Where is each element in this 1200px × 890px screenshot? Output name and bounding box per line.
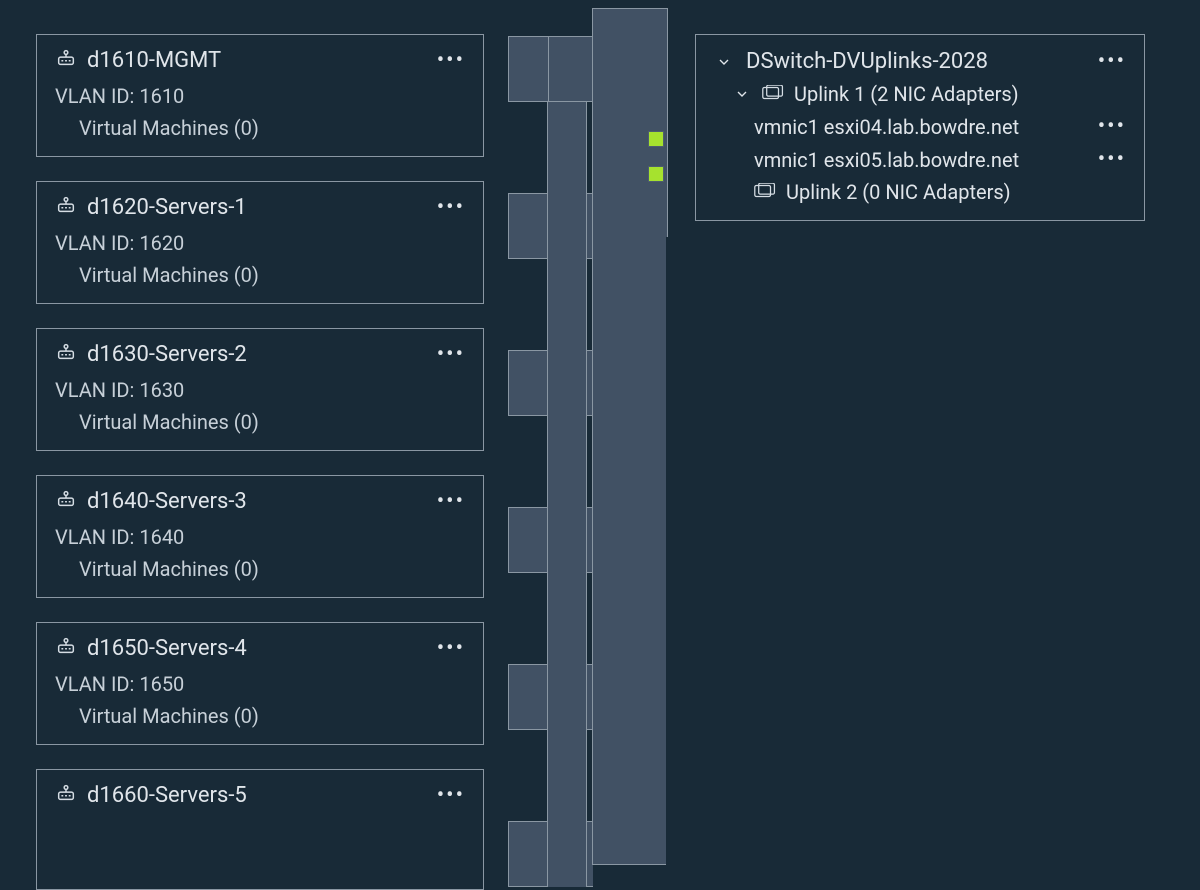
portgroup-vlan-label: VLAN ID: 1640 [55,525,465,549]
portgroup-card[interactable]: d1660-Servers-5 ••• [36,769,484,890]
nic-status-icon [648,166,664,182]
portgroup-actions-menu[interactable]: ••• [437,636,465,661]
nic-actions-menu[interactable]: ••• [1098,147,1126,172]
nic-status-icon [648,131,664,147]
portgroup-vlan-label: VLAN ID: 1630 [55,378,465,402]
chevron-down-icon[interactable] [714,54,734,70]
nic-actions-menu[interactable]: ••• [1098,114,1126,139]
portgroup-icon [55,488,77,515]
topology-connector [508,0,668,865]
uplink-row[interactable]: Uplink 2 (0 NIC Adapters) [754,180,1126,204]
uplink-group-title: DSwitch-DVUplinks-2028 [746,49,1086,74]
portgroup-name: d1660-Servers-5 [87,783,427,808]
portgroup-actions-menu[interactable]: ••• [437,195,465,220]
chevron-down-icon[interactable] [732,86,752,102]
portgroup-icon [55,635,77,662]
portgroup-actions-menu[interactable]: ••• [437,342,465,367]
nic-row[interactable]: vmnic1 esxi04.lab.bowdre.net ••• [754,114,1126,139]
portgroup-icon [55,47,77,74]
portgroup-vlan-label: VLAN ID: 1650 [55,672,465,696]
portgroup-card[interactable]: d1620-Servers-1 ••• VLAN ID: 1620 Virtua… [36,181,484,304]
portgroup-icon [55,341,77,368]
portgroup-vlan-label: VLAN ID: 1610 [55,84,465,108]
portgroup-icon [55,782,77,809]
uplink-port-icon [754,180,776,204]
nic-name: vmnic1 esxi05.lab.bowdre.net [754,148,1019,172]
uplink-label: Uplink 1 (2 NIC Adapters) [794,82,1019,106]
portgroup-card[interactable]: d1640-Servers-3 ••• VLAN ID: 1640 Virtua… [36,475,484,598]
portgroup-card[interactable]: d1610-MGMT ••• VLAN ID: 1610 Virtual Mac… [36,34,484,157]
portgroup-name: d1620-Servers-1 [87,195,427,220]
portgroup-actions-menu[interactable]: ••• [437,48,465,73]
portgroup-actions-menu[interactable]: ••• [437,489,465,514]
portgroup-vlan-label: VLAN ID: 1620 [55,231,465,255]
portgroup-actions-menu[interactable]: ••• [437,783,465,808]
portgroup-vm-count[interactable]: Virtual Machines (0) [79,704,465,728]
uplink-group-card[interactable]: DSwitch-DVUplinks-2028 ••• Uplink 1 (2 N… [695,34,1145,221]
portgroup-icon [55,194,77,221]
portgroup-vm-count[interactable]: Virtual Machines (0) [79,410,465,434]
uplink-label: Uplink 2 (0 NIC Adapters) [786,180,1011,204]
portgroup-card[interactable]: d1650-Servers-4 ••• VLAN ID: 1650 Virtua… [36,622,484,745]
portgroup-vm-count[interactable]: Virtual Machines (0) [79,263,465,287]
portgroup-card[interactable]: d1630-Servers-2 ••• VLAN ID: 1630 Virtua… [36,328,484,451]
portgroup-name: d1650-Servers-4 [87,636,427,661]
portgroup-name: d1640-Servers-3 [87,489,427,514]
nic-row[interactable]: vmnic1 esxi05.lab.bowdre.net ••• [754,147,1126,172]
uplink-row[interactable]: Uplink 1 (2 NIC Adapters) [732,82,1126,106]
portgroup-vm-count[interactable]: Virtual Machines (0) [79,116,465,140]
uplink-port-icon [762,82,784,106]
portgroup-name: d1630-Servers-2 [87,342,427,367]
portgroup-name: d1610-MGMT [87,48,427,73]
nic-name: vmnic1 esxi04.lab.bowdre.net [754,115,1019,139]
portgroup-vm-count[interactable]: Virtual Machines (0) [79,557,465,581]
uplink-actions-menu[interactable]: ••• [1098,49,1126,74]
